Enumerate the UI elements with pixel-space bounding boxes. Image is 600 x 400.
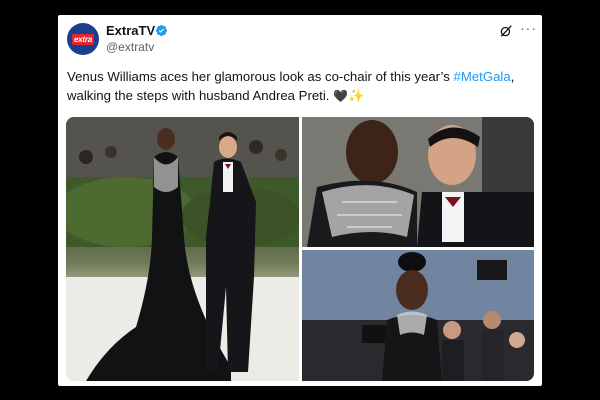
tweet-text: Venus Williams aces her glamorous look a… — [67, 67, 537, 106]
avatar-logo: extra — [71, 33, 95, 45]
photo-kiss-closeup[interactable] — [302, 117, 534, 247]
tweet-card[interactable]: extra ExtraTV @extratv ··· Venus William… — [58, 15, 542, 386]
display-name[interactable]: ExtraTV — [106, 23, 155, 38]
verified-badge-icon — [155, 24, 168, 37]
photo-2-illustration — [302, 117, 534, 247]
photo-venus-andrea-full-length[interactable] — [66, 117, 299, 381]
media-grid — [66, 117, 534, 381]
photo-3-illustration — [302, 250, 534, 381]
hashtag-link[interactable]: #MetGala — [454, 69, 511, 84]
tweet-text-part1: Venus Williams aces her glamorous look a… — [67, 69, 450, 84]
handle[interactable]: @extratv — [106, 40, 154, 54]
sparkles-emoji: ✨ — [348, 88, 365, 103]
tweet-header: extra ExtraTV @extratv ··· — [58, 15, 542, 67]
grok-icon[interactable] — [499, 24, 513, 38]
more-options-icon[interactable]: ··· — [520, 21, 537, 35]
avatar[interactable]: extra — [67, 23, 99, 55]
photo-venus-portrait-photographers[interactable] — [302, 250, 534, 381]
black-heart-emoji: 🖤 — [333, 89, 349, 103]
photo-1-illustration — [66, 117, 299, 381]
